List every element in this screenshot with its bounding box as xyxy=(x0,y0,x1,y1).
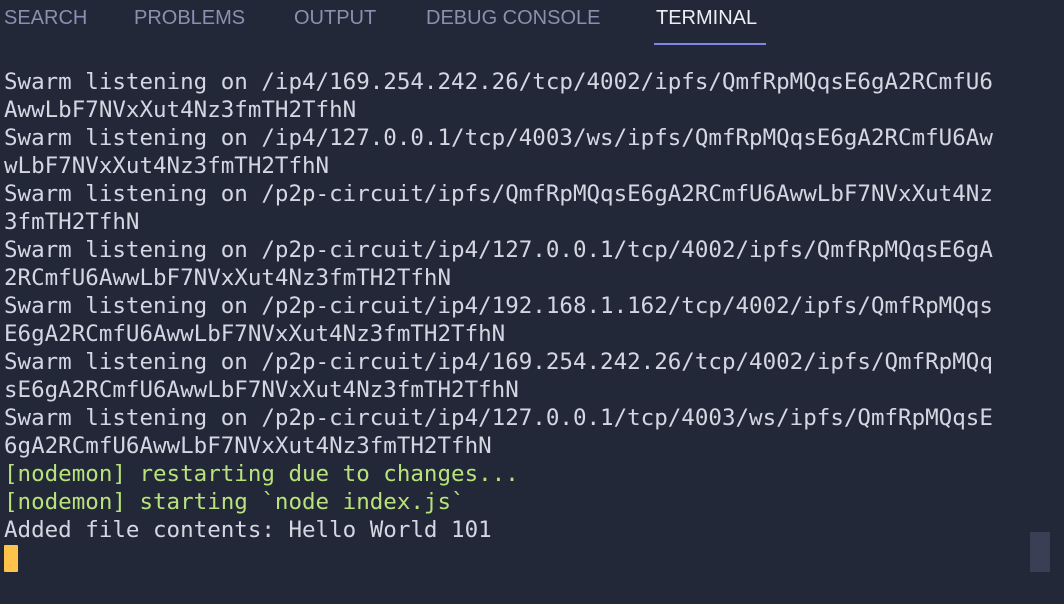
terminal-scrollbar[interactable] xyxy=(1030,532,1050,572)
terminal-line: Swarm listening on /p2p-circuit/ip4/127.… xyxy=(4,405,993,431)
panel-tab-bar: SEARCH PROBLEMS OUTPUT DEBUG CONSOLE TER… xyxy=(0,0,1064,46)
tab-output[interactable]: OUTPUT xyxy=(294,6,376,30)
terminal-line: wLbF7NVxXut4Nz3fmTH2TfhN xyxy=(4,153,330,179)
active-tab-indicator xyxy=(654,43,766,45)
terminal-line: sE6gA2RCmfU6AwwLbF7NVxXut4Nz3fmTH2TfhN xyxy=(4,377,519,403)
terminal-line: 3fmTH2TfhN xyxy=(4,209,140,235)
terminal-line: Swarm listening on /p2p-circuit/ip4/192.… xyxy=(4,293,993,319)
terminal-line: E6gA2RCmfU6AwwLbF7NVxXut4Nz3fmTH2TfhN xyxy=(4,321,506,347)
terminal-panel: SEARCH PROBLEMS OUTPUT DEBUG CONSOLE TER… xyxy=(0,0,1064,604)
nodemon-restart-line: [nodemon] restarting due to changes... xyxy=(4,461,519,487)
tab-problems[interactable]: PROBLEMS xyxy=(134,6,245,30)
terminal-line: Swarm listening on /ip4/127.0.0.1/tcp/40… xyxy=(4,125,993,151)
terminal-line: 2RCmfU6AwwLbF7NVxXut4Nz3fmTH2TfhN xyxy=(4,265,452,291)
tab-terminal[interactable]: TERMINAL xyxy=(656,6,757,30)
terminal-cursor-icon xyxy=(4,545,18,572)
terminal-output[interactable]: Swarm listening on /ip4/169.254.242.26/t… xyxy=(4,68,1034,578)
nodemon-start-line: [nodemon] starting `node index.js` xyxy=(4,489,465,515)
terminal-line: Swarm listening on /p2p-circuit/ipfs/Qmf… xyxy=(4,181,993,207)
terminal-line: 6gA2RCmfU6AwwLbF7NVxXut4Nz3fmTH2TfhN xyxy=(4,433,492,459)
terminal-line: Swarm listening on /p2p-circuit/ip4/169.… xyxy=(4,349,993,375)
tab-debug-console[interactable]: DEBUG CONSOLE xyxy=(426,6,600,30)
tab-search[interactable]: SEARCH xyxy=(4,6,87,30)
terminal-line: Swarm listening on /ip4/169.254.242.26/t… xyxy=(4,69,993,95)
terminal-line: Swarm listening on /p2p-circuit/ip4/127.… xyxy=(4,237,993,263)
terminal-line: Added file contents: Hello World 101 xyxy=(4,517,492,543)
terminal-line: AwwLbF7NVxXut4Nz3fmTH2TfhN xyxy=(4,97,357,123)
